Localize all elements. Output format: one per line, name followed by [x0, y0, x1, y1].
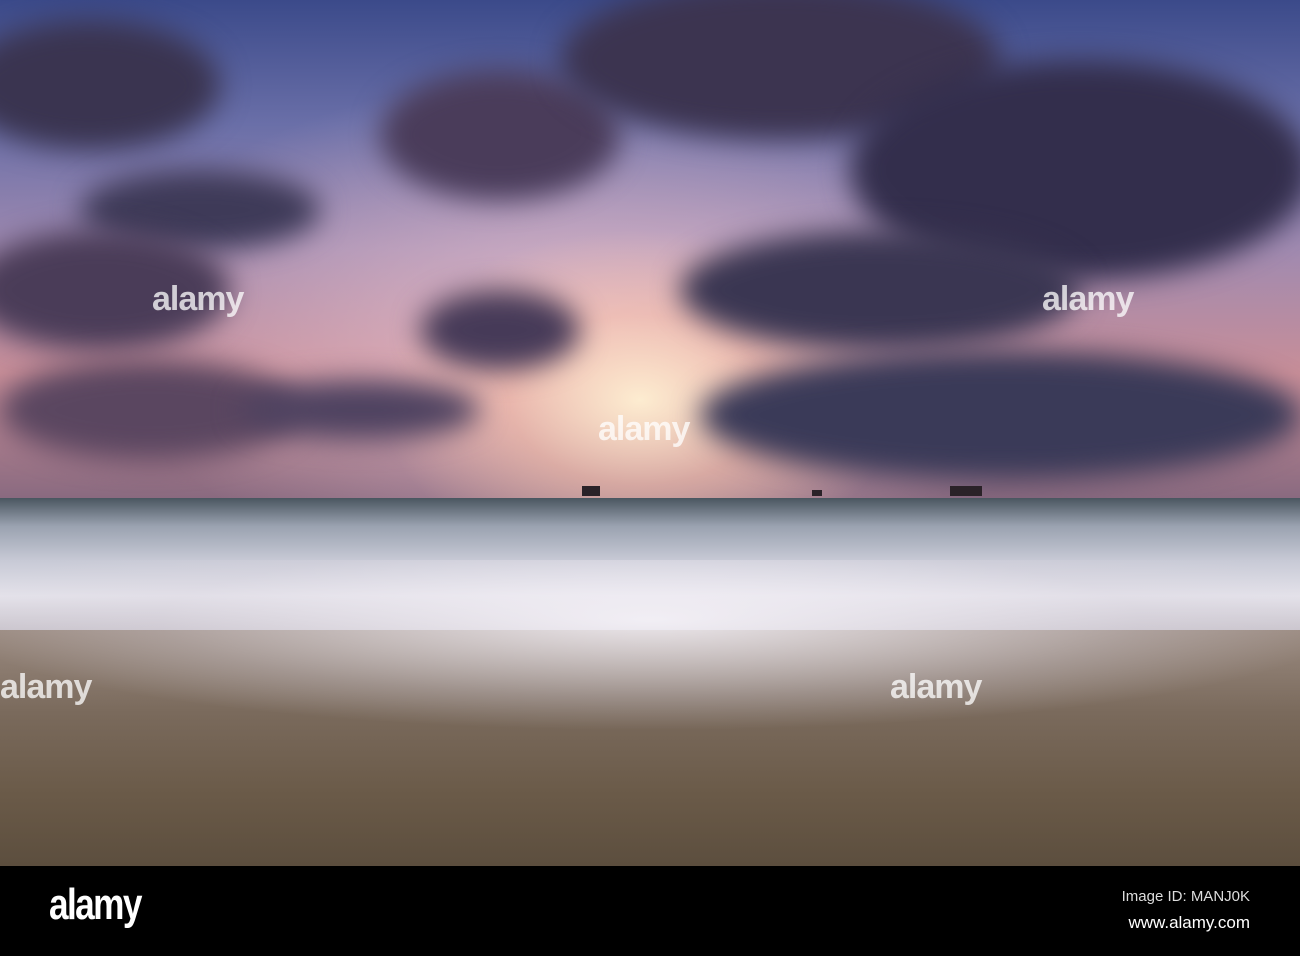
watermark: alamy: [1042, 280, 1134, 318]
cloud: [700, 350, 1300, 480]
ship: [812, 490, 822, 496]
footer-bar: alamy Image ID: MANJ0K www.alamy.com: [0, 866, 1300, 956]
site-url[interactable]: www.alamy.com: [1128, 913, 1250, 933]
ship: [582, 486, 600, 496]
cloud: [240, 380, 480, 440]
wave-wash: [0, 560, 1300, 740]
stock-photo: alamy alamy alamy alamy alamy: [0, 0, 1300, 866]
cloud: [420, 290, 580, 370]
watermark: alamy: [152, 280, 244, 318]
alamy-logo[interactable]: alamy: [49, 880, 142, 930]
watermark: alamy: [598, 410, 690, 448]
cloud: [0, 20, 220, 150]
cloud: [680, 230, 1080, 350]
watermark: alamy: [890, 668, 982, 706]
watermark: alamy: [0, 668, 92, 706]
image-id: Image ID: MANJ0K: [1121, 888, 1250, 905]
ship: [950, 486, 982, 496]
